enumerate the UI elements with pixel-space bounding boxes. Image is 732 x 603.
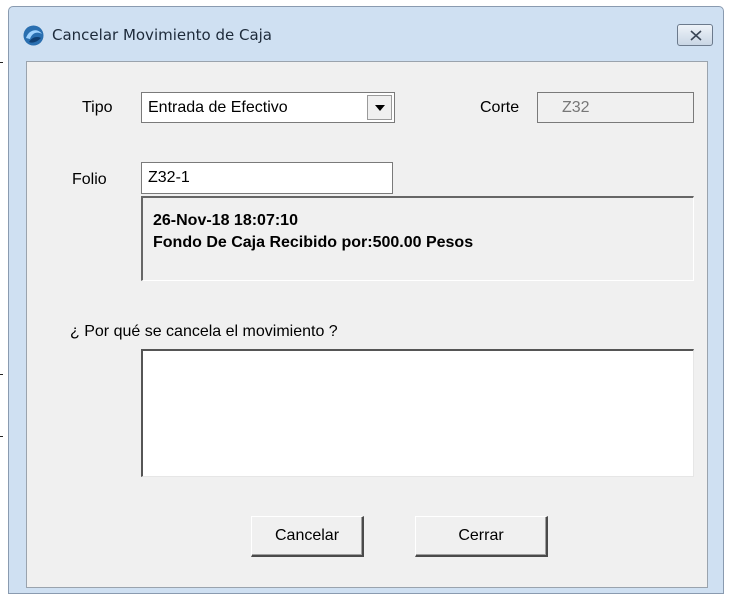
- desktop-edge: [0, 0, 8, 603]
- close-button[interactable]: [677, 24, 713, 46]
- reason-textarea[interactable]: [141, 349, 694, 477]
- title-bar[interactable]: Cancelar Movimiento de Caja: [9, 7, 723, 61]
- dialog-body: Tipo Entrada de Efectivo Corte Z32 Folio…: [26, 61, 708, 588]
- reason-label: ¿ Por qué se cancela el movimiento ?: [70, 323, 338, 340]
- cerrar-button[interactable]: Cerrar: [415, 516, 548, 557]
- corte-field: Z32: [537, 92, 694, 123]
- folio-label: Folio: [72, 171, 107, 188]
- movement-details: 26-Nov-18 18:07:10 Fondo De Caja Recibid…: [141, 196, 694, 281]
- cancelar-button[interactable]: Cancelar: [251, 516, 364, 557]
- window-title: Cancelar Movimiento de Caja: [52, 26, 272, 44]
- corte-value: Z32: [562, 99, 590, 116]
- chevron-down-icon: [375, 105, 385, 111]
- app-logo-icon: [23, 25, 44, 46]
- folio-field[interactable]: Z32-1: [141, 162, 393, 194]
- movement-description: Fondo De Caja Recibido por:500.00 Pesos: [153, 234, 474, 251]
- dialog-window: Cancelar Movimiento de Caja Tipo Entrada…: [8, 6, 724, 594]
- edge-tick: [0, 436, 3, 437]
- tipo-select-value: Entrada de Efectivo: [148, 99, 288, 116]
- tipo-label: Tipo: [82, 99, 113, 116]
- movement-datetime: 26-Nov-18 18:07:10: [153, 212, 298, 229]
- folio-value: Z32-1: [148, 169, 190, 186]
- corte-label: Corte: [480, 99, 520, 116]
- tipo-select[interactable]: Entrada de Efectivo: [141, 92, 395, 123]
- edge-tick: [0, 62, 3, 63]
- close-icon: [690, 30, 702, 41]
- edge-tick: [0, 374, 3, 375]
- dropdown-button[interactable]: [367, 95, 392, 120]
